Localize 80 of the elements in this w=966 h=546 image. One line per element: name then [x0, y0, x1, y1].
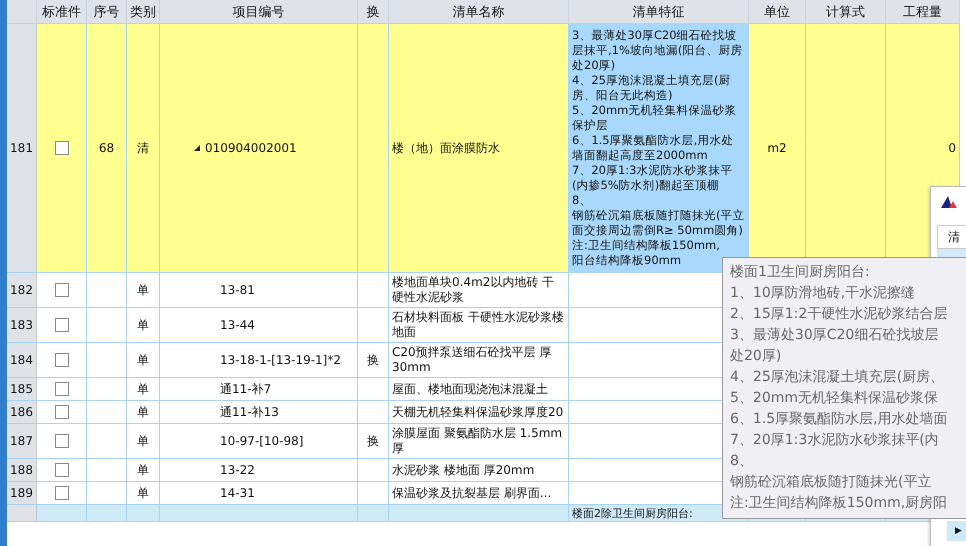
- table-cell: 单: [137, 484, 149, 502]
- row-number: 184: [7, 343, 37, 377]
- table-cell: 清: [137, 140, 149, 156]
- column-header[interactable]: 类别: [127, 0, 160, 24]
- table-cell: 单: [137, 404, 149, 420]
- checkbox[interactable]: [54, 463, 68, 477]
- row-number: 185: [7, 378, 37, 400]
- table-cell: m2: [767, 141, 787, 155]
- column-header[interactable]: 标准件: [37, 0, 87, 24]
- table-cell: 通11-补13: [220, 404, 279, 420]
- table-cell: 单: [137, 432, 149, 450]
- table-cell: 13-81: [220, 283, 255, 297]
- table-cell: 换: [367, 352, 379, 368]
- row-number: 187: [7, 424, 37, 458]
- table-cell-text: 涂膜屋面 聚氨酯防水层 1.5mm厚: [392, 426, 564, 456]
- row-number: 188: [7, 459, 37, 481]
- table-cell: 屋面、楼地面现浇泡沫混凝土: [392, 382, 548, 396]
- table-cell: 天棚无机轻集料保温砂浆厚度20: [392, 404, 564, 420]
- column-header[interactable]: 工程量: [886, 0, 960, 24]
- checkbox[interactable]: [54, 486, 68, 500]
- tooltip-line: 7、20厚1:3水泥防水砂浆抹平(内: [730, 431, 939, 450]
- tooltip-line: 2、15厚1:2干硬性水泥砂浆结合层: [730, 305, 948, 324]
- row-number: 183: [7, 308, 37, 342]
- column-header[interactable]: 计算式: [806, 0, 886, 24]
- checkbox[interactable]: [54, 283, 68, 297]
- tooltip-line: 处20厚): [730, 347, 782, 366]
- feature-line: 钢筋砼沉箱底板随打随抹光(平立面交接周边需倒R≥ 50mm圆角): [572, 208, 745, 238]
- column-header[interactable]: 序号: [87, 0, 127, 24]
- row-number: 189: [7, 482, 37, 504]
- table-cell: 楼（地）面涂膜防水: [392, 140, 500, 156]
- column-header[interactable]: 单位: [749, 0, 806, 24]
- table-cell-text: C20预拌泵送细石砼找平层 厚30mm: [392, 345, 552, 375]
- table-cell-text: 楼地面单块0.4m2以内地砖 干硬性水泥砂浆: [392, 275, 556, 305]
- side-row[interactable]: ▶: [947, 521, 966, 541]
- table-cell: 010904002001: [205, 141, 297, 155]
- feature-line: 4、25厚泡沫混凝土填充层(厨房、阳台无此构造): [572, 73, 732, 103]
- checkbox[interactable]: [54, 353, 68, 367]
- table-cell: 13-18-1-[13-19-1]*2: [220, 353, 341, 367]
- corner-cell: [7, 0, 37, 24]
- table-cell: 楼面2除卫生间厨房阳台:: [572, 506, 693, 521]
- column-header[interactable]: 清单名称: [389, 0, 569, 24]
- tooltip-line: 1、10厚防滑地砖,干水泥擦缝: [730, 284, 916, 303]
- feature-line: 6、1.5厚聚氨酯防水层,用水处墙面翻起高度至2000mm: [572, 133, 734, 163]
- table-cell: 单: [137, 282, 149, 298]
- row-number: 182: [7, 273, 37, 307]
- row-number: 181: [7, 24, 37, 272]
- column-header[interactable]: 清单特征: [569, 0, 749, 24]
- feature-line: 7、20厚1:3水泥防水砂浆抹平(内掺5%防水剂)翻起至顶棚: [572, 163, 734, 193]
- row-number: 186: [7, 401, 37, 423]
- table-cell: 通11-补7: [220, 380, 272, 398]
- feature-line: 8、: [572, 193, 592, 208]
- table-cell: 单: [137, 462, 149, 478]
- table-cell: 水泥砂浆 楼地面 厚20mm: [392, 462, 534, 478]
- table-cell: 单: [137, 316, 149, 334]
- checkbox[interactable]: [54, 318, 68, 332]
- table-cell: 13-44: [220, 318, 255, 332]
- table-cell: 单: [137, 352, 149, 368]
- table-cell: 10-97-[10-98]: [220, 434, 304, 448]
- checkbox[interactable]: [54, 141, 68, 155]
- feature-line: 5、20mm无机轻集料保温砂浆保护层: [572, 103, 738, 133]
- table-cell: 14-31: [220, 486, 255, 500]
- checkbox[interactable]: [54, 405, 68, 419]
- table-cell: 换: [367, 432, 379, 450]
- table-cell: 保温砂浆及抗裂基层 刷界面...: [392, 486, 552, 500]
- table-cell: 68: [98, 141, 114, 155]
- feature-line: 阳台结构降板90mm: [572, 253, 682, 268]
- triangle-logo-icon: [941, 196, 957, 208]
- column-header[interactable]: 换: [358, 0, 389, 24]
- table-cell: 13-22: [220, 463, 255, 477]
- table-cell: 0: [948, 141, 956, 155]
- column-header[interactable]: 项目编号: [160, 0, 358, 24]
- table-cell: 石材块料面板 干硬性水泥砂浆楼地面: [392, 310, 565, 340]
- feature-line: 3、最薄处30厚C20细石砼找坡层抹平,1%坡向地漏(阳台、厨房处20厚): [572, 28, 744, 73]
- table-cell: 单: [137, 380, 149, 398]
- tooltip-line: 3、最薄处30厚C20细石砼找坡层: [730, 326, 938, 345]
- checkbox[interactable]: [54, 382, 68, 396]
- feature-line: 注:卫生间结构降板150mm,: [572, 238, 720, 253]
- expand-triangle-icon[interactable]: [194, 145, 200, 151]
- row-header-cell: [7, 505, 37, 521]
- checkbox[interactable]: [54, 434, 68, 448]
